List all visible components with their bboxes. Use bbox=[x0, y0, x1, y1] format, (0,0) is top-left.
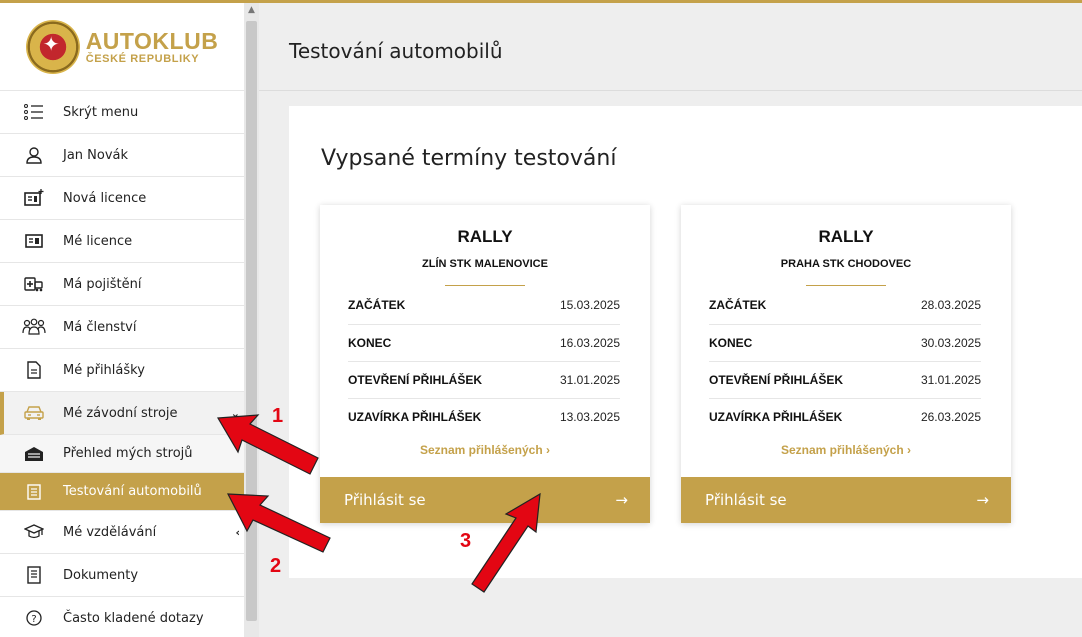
annotation-number-1: 1 bbox=[272, 405, 284, 427]
annotation-number-2: 2 bbox=[270, 555, 282, 577]
annotation-arrow-1 bbox=[216, 414, 319, 475]
annotation-arrow-3 bbox=[471, 492, 541, 593]
annotation-number-3: 3 bbox=[460, 530, 472, 552]
annotation-arrow-2 bbox=[226, 493, 331, 553]
annotation-arrows bbox=[216, 414, 541, 593]
